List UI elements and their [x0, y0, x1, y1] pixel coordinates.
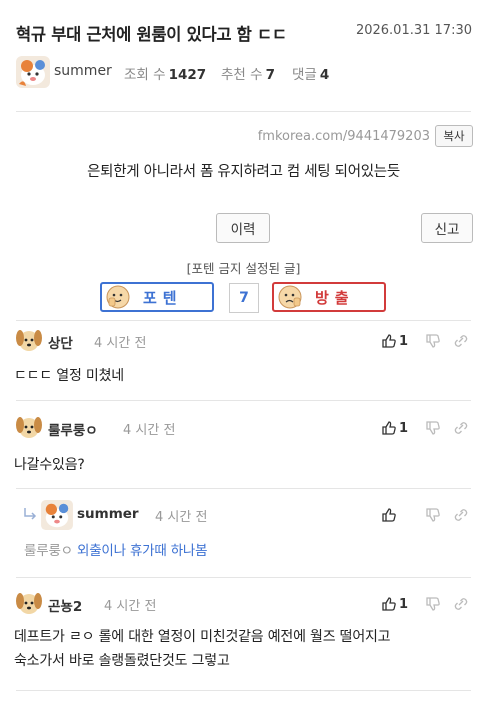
- comment-text: 데프트가 ㄹㅇ 롤에 대한 열정이 미친것같음 예전에 월즈 떨어지고 숙소가서…: [14, 625, 474, 673]
- vote-row: 포텐 7 방출: [0, 281, 487, 313]
- puppy-avatar[interactable]: [14, 589, 44, 617]
- comment-count: 댓글 4: [292, 63, 329, 83]
- link-icon[interactable]: [453, 595, 469, 613]
- like-button[interactable]: 1: [381, 595, 408, 613]
- like-button[interactable]: [381, 506, 399, 524]
- thumbs-down-icon[interactable]: [425, 595, 441, 613]
- comment-text-line: 데프트가 ㄹㅇ 롤에 대한 열정이 미친것같음 예전에 월즈 떨어지고: [14, 629, 391, 645]
- comment-text: ㄷㄷㄷ 열정 미쳤네: [14, 368, 124, 384]
- post-header: 혁규 부대 근처에 원룸이 있다고 함 ㄷㄷ 2026.01.31 17:30 …: [0, 0, 487, 112]
- thumbs-down-face-icon: [278, 285, 302, 309]
- comments-count: 4: [319, 67, 330, 83]
- comment-text-line: 숙소가서 바로 솔랭돌렸단것도 그렇고: [14, 653, 230, 669]
- like-count: 1: [399, 596, 409, 612]
- vote-count: 7: [229, 283, 259, 313]
- comment-actions: 1: [381, 419, 471, 439]
- reply-text-row: 룰루룽ㅇ 외출이나 휴가때 하나봄: [24, 539, 484, 563]
- comment-time: 4 시간 전: [94, 336, 147, 351]
- like-count: 1: [399, 420, 409, 436]
- reply-mention[interactable]: 룰루룽ㅇ: [24, 543, 73, 559]
- thumbs-up-icon: [382, 421, 396, 435]
- comment-author[interactable]: 곤뇽2: [48, 595, 82, 615]
- comment-author[interactable]: summer: [77, 506, 139, 522]
- divider: [16, 488, 471, 489]
- divider: [16, 320, 471, 321]
- link-icon[interactable]: [453, 419, 469, 437]
- post-meta: summer 조회 수 1427 추천 수7 댓글 4: [16, 56, 476, 88]
- comment-text: 외출이나 휴가때 하나봄: [76, 543, 208, 559]
- vote-down-label: 방출: [315, 288, 355, 307]
- comments-label: 댓글: [292, 67, 317, 83]
- comment-actions: 1: [381, 332, 471, 352]
- url-row: fmkorea.com/9441479203 복사: [0, 125, 487, 149]
- comment-actions: [381, 506, 471, 526]
- copy-button[interactable]: 복사: [435, 125, 473, 147]
- comment-time: 4 시간 전: [155, 510, 208, 525]
- like-button[interactable]: 1: [381, 419, 408, 437]
- comment-text: 나갈수있음?: [14, 457, 85, 473]
- author-avatar[interactable]: [16, 56, 50, 88]
- post-author[interactable]: summer: [54, 63, 112, 79]
- vote-down-button[interactable]: 방출: [272, 282, 386, 312]
- vote-up-button[interactable]: 포텐: [100, 282, 214, 312]
- report-button[interactable]: 신고: [421, 213, 473, 243]
- views: 조회 수 1427: [124, 63, 206, 83]
- thumbs-down-icon[interactable]: [425, 419, 441, 437]
- puppy-avatar[interactable]: [14, 413, 44, 441]
- views-label: 조회 수: [124, 67, 166, 83]
- recommends: 추천 수7: [221, 63, 275, 83]
- divider: [16, 690, 471, 691]
- thumbs-down-icon[interactable]: [425, 332, 441, 350]
- post-content: 은퇴한게 아니라서 폼 유지하려고 컴 세팅 되어있는듯: [87, 164, 400, 180]
- comment-time: 4 시간 전: [123, 423, 176, 438]
- link-icon[interactable]: [453, 506, 469, 524]
- thumbs-up-icon: [382, 334, 396, 348]
- thumbs-down-icon[interactable]: [425, 506, 441, 524]
- views-count: 1427: [168, 67, 207, 83]
- history-button[interactable]: 이력: [216, 213, 270, 243]
- post-title: 혁규 부대 근처에 원룸이 있다고 함 ㄷㄷ: [16, 25, 287, 44]
- like-button[interactable]: 1: [381, 332, 408, 350]
- puppy-avatar[interactable]: [14, 326, 44, 354]
- thumbs-up-icon: [382, 597, 396, 611]
- recommend-label: 추천 수: [221, 67, 263, 83]
- potent-ban-notice: [포텐 금지 설정된 글]: [186, 261, 301, 276]
- divider: [16, 111, 471, 112]
- reply-arrow-icon: [24, 508, 37, 520]
- link-icon[interactable]: [453, 332, 469, 350]
- post-url[interactable]: fmkorea.com/9441479203: [258, 129, 430, 144]
- comment-author[interactable]: 룰루룽ㅇ: [48, 419, 98, 439]
- thumbs-up-icon: [382, 508, 396, 522]
- post-date: 2026.01.31 17:30: [355, 23, 472, 38]
- divider: [16, 577, 471, 578]
- recommend-count: 7: [265, 67, 275, 83]
- comment-time: 4 시간 전: [104, 599, 157, 614]
- thumbs-up-face-icon: [106, 285, 130, 309]
- vote-up-label: 포텐: [143, 288, 183, 307]
- divider: [16, 400, 471, 401]
- like-count: 1: [399, 333, 409, 349]
- comment-actions: 1: [381, 595, 471, 615]
- comment-author[interactable]: 상단: [48, 332, 73, 352]
- summer-avatar[interactable]: [41, 500, 73, 530]
